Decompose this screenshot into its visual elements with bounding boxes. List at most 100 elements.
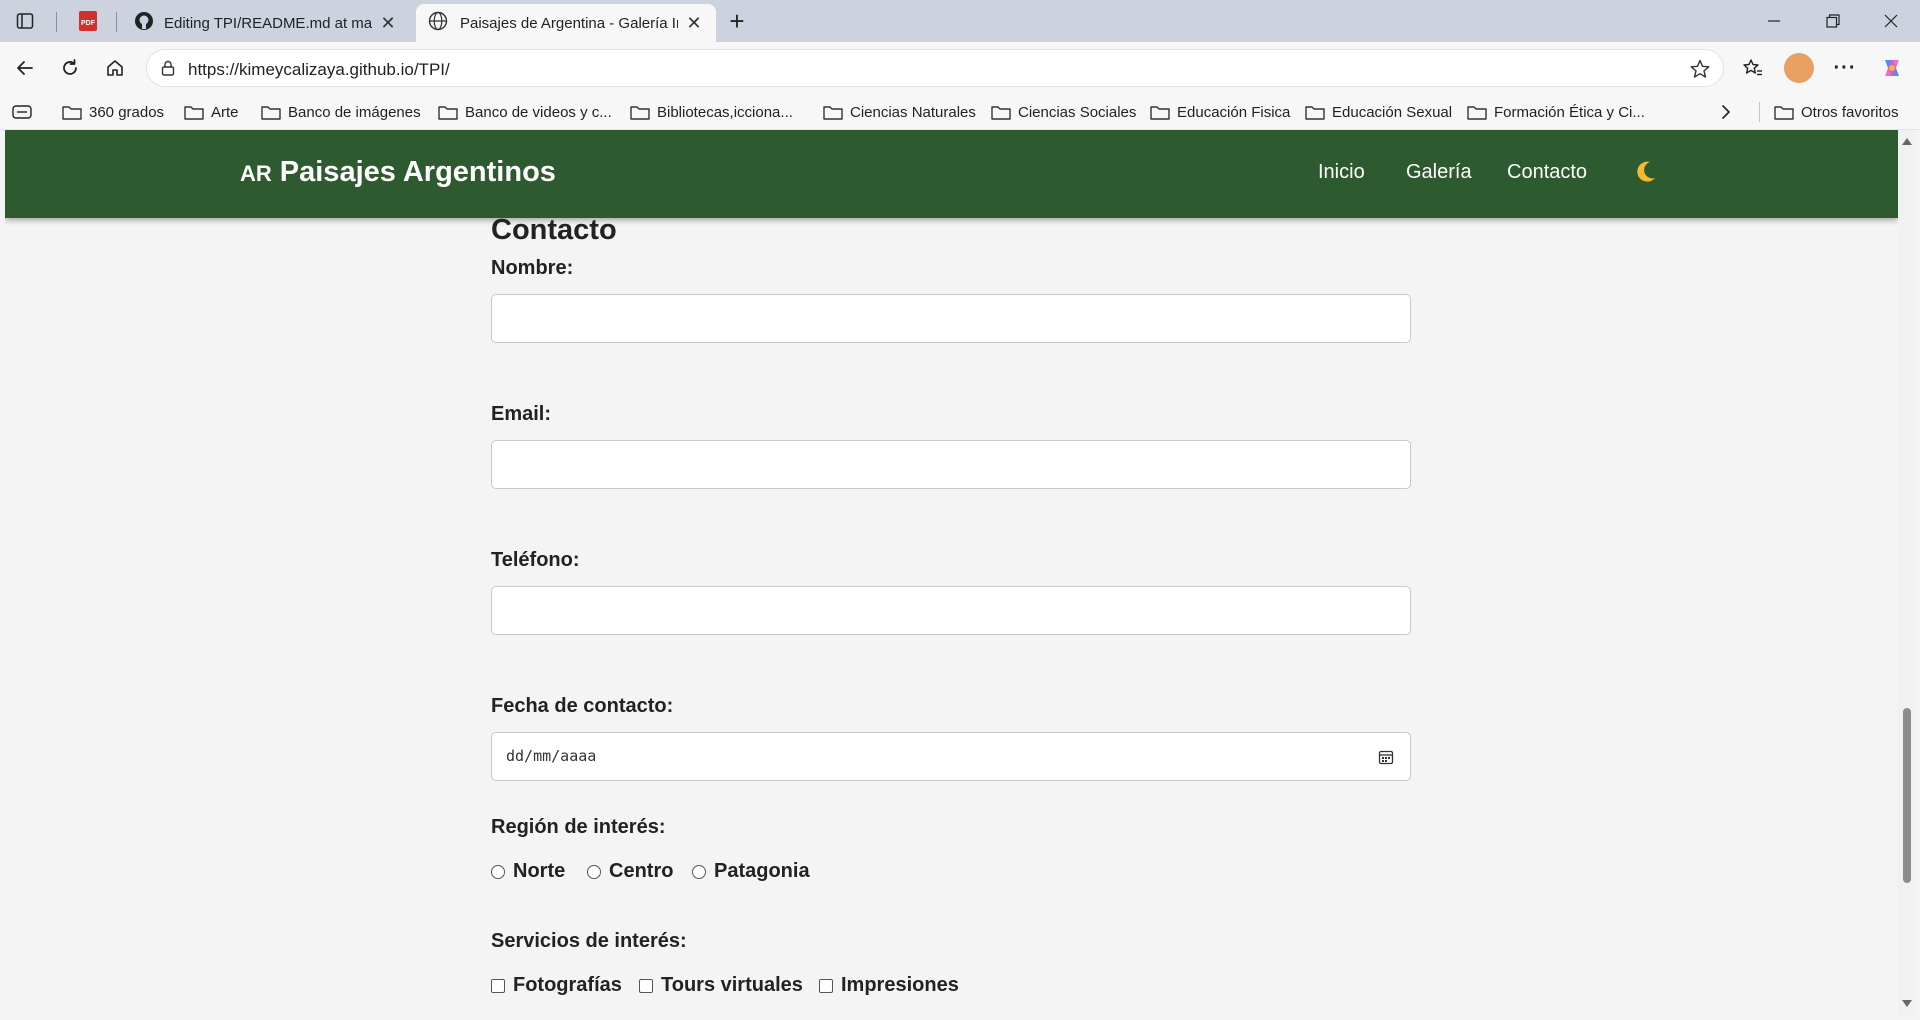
github-icon	[134, 11, 154, 35]
moon-icon[interactable]	[1631, 158, 1659, 186]
bookmark-label: Ciencias Naturales	[850, 103, 976, 121]
close-tab-icon[interactable]: ✕	[378, 13, 398, 34]
bookmark-folder[interactable]: Educación Sexual	[1305, 102, 1452, 122]
bookmark-label: Banco de videos y c...	[465, 103, 612, 121]
bookmark-label: Educación Fisica	[1177, 103, 1291, 121]
brand-title: Paisajes Argentinos	[279, 156, 556, 188]
region-option-centro[interactable]: Centro	[587, 860, 673, 883]
calendar-icon[interactable]	[1378, 749, 1394, 765]
bookmarks-overflow-icon[interactable]	[1720, 102, 1732, 122]
svg-text:PDF: PDF	[81, 20, 96, 27]
bookmark-folder[interactable]: Formación Ética y Ci...	[1467, 102, 1645, 122]
phone-input[interactable]	[491, 586, 1411, 635]
home-icon[interactable]	[97, 50, 133, 86]
url-text: https://kimeycalizaya.github.io/TPI/	[188, 60, 450, 79]
page-viewport: AR Paisajes Argentinos Inicio Galería Co…	[5, 130, 1898, 1016]
site-brand[interactable]: AR Paisajes Argentinos	[240, 156, 556, 189]
address-bar[interactable]: https://kimeycalizaya.github.io/TPI/	[146, 49, 1724, 87]
bookmark-label: Banco de imágenes	[288, 103, 421, 121]
bookmark-folder-other[interactable]: Otros favoritos	[1774, 102, 1899, 122]
scroll-thumb[interactable]	[1903, 708, 1911, 883]
bookmark-folder[interactable]: Bibliotecas,icciona...	[630, 102, 793, 122]
phone-label: Teléfono:	[491, 549, 580, 571]
globe-icon	[428, 11, 448, 35]
bookmark-folder[interactable]: 360 grados	[62, 102, 164, 122]
flag-ar: AR	[240, 161, 272, 186]
radio-patagonia[interactable]	[692, 864, 706, 879]
service-option-fotografias[interactable]: Fotografías	[491, 974, 622, 997]
tab-pdf[interactable]: PDF	[66, 4, 106, 42]
email-label: Email:	[491, 403, 552, 425]
browser-toolbar: https://kimeycalizaya.github.io/TPI/ ···	[0, 42, 1920, 94]
bookmark-folder[interactable]: Arte	[184, 102, 239, 122]
nav-link-galeria[interactable]: Galería	[1406, 161, 1472, 184]
folder-icon	[62, 106, 82, 120]
email-input[interactable]	[491, 440, 1411, 489]
region-option-label: Centro	[609, 860, 674, 882]
bookmark-menu-icon[interactable]	[12, 102, 32, 122]
checkbox-impresiones[interactable]	[819, 978, 833, 993]
bookmark-label: Formación Ética y Ci...	[1494, 103, 1645, 121]
favorite-star-icon[interactable]	[1689, 58, 1711, 80]
nav-link-inicio[interactable]: Inicio	[1318, 161, 1365, 184]
folder-icon	[823, 106, 843, 120]
service-option-tours[interactable]: Tours virtuales	[639, 974, 803, 997]
bookmark-folder[interactable]: Educación Fisica	[1150, 102, 1290, 122]
tab-github-readme[interactable]: Editing TPI/README.md at main · ✕	[122, 4, 410, 42]
avatar	[1784, 53, 1814, 83]
region-label: Región de interés:	[491, 816, 666, 838]
bookmarks-bar: 360 grados Arte Banco de imágenes Banco …	[0, 94, 1920, 130]
date-label: Fecha de contacto:	[491, 695, 674, 717]
bookmark-label: Arte	[211, 103, 239, 121]
folder-icon	[1150, 106, 1170, 120]
site-header: AR Paisajes Argentinos Inicio Galería Co…	[5, 130, 1898, 218]
tab-paisajes[interactable]: Paisajes de Argentina - Galería Int ✕	[416, 4, 716, 42]
radio-norte[interactable]	[491, 864, 505, 879]
service-option-label: Tours virtuales	[661, 974, 803, 996]
service-option-label: Fotografías	[513, 974, 622, 996]
date-input[interactable]: dd/mm/aaaa	[491, 732, 1411, 781]
back-icon[interactable]	[7, 50, 43, 86]
page-scrollbar[interactable]	[1898, 130, 1916, 1016]
favorites-icon[interactable]	[1735, 50, 1771, 86]
close-tab-icon[interactable]: ✕	[684, 13, 704, 34]
bookmark-folder[interactable]: Banco de videos y c...	[438, 102, 612, 122]
region-option-label: Patagonia	[714, 860, 810, 882]
tab-title: Editing TPI/README.md at main ·	[164, 14, 372, 32]
bookmark-folder[interactable]: Ciencias Sociales	[991, 102, 1136, 122]
new-tab-icon[interactable]: +	[719, 6, 755, 36]
folder-icon	[1467, 106, 1487, 120]
bookmark-label: Ciencias Sociales	[1018, 103, 1137, 121]
bookmark-label: Otros favoritos	[1801, 103, 1899, 121]
checkbox-fotografias[interactable]	[491, 978, 505, 993]
reload-icon[interactable]	[52, 50, 88, 86]
region-option-patagonia[interactable]: Patagonia	[692, 860, 810, 883]
minimize-icon[interactable]	[1745, 0, 1803, 42]
scroll-down-icon[interactable]	[1902, 1000, 1912, 1007]
more-options-icon[interactable]: ···	[1827, 50, 1863, 86]
folder-icon	[991, 106, 1011, 120]
service-option-label: Impresiones	[841, 974, 959, 996]
tab-actions-icon[interactable]	[7, 6, 43, 36]
tab-title: Paisajes de Argentina - Galería Int	[460, 14, 678, 32]
folder-icon	[438, 106, 458, 120]
pdf-icon: PDF	[78, 10, 98, 36]
checkbox-tours[interactable]	[639, 978, 653, 993]
nav-link-contacto[interactable]: Contacto	[1507, 161, 1587, 184]
copilot-icon[interactable]	[1874, 50, 1910, 86]
browser-tab-strip: PDF Editing TPI/README.md at main · ✕ Pa…	[0, 0, 1920, 42]
name-label: Nombre:	[491, 257, 574, 279]
lock-icon[interactable]	[159, 59, 177, 77]
folder-icon	[184, 106, 204, 120]
region-option-norte[interactable]: Norte	[491, 860, 565, 883]
service-option-impresiones[interactable]: Impresiones	[819, 974, 959, 997]
bookmark-folder[interactable]: Banco de imágenes	[261, 102, 421, 122]
radio-centro[interactable]	[587, 864, 601, 879]
close-window-icon[interactable]	[1862, 0, 1920, 42]
restore-icon[interactable]	[1804, 0, 1862, 42]
scroll-up-icon[interactable]	[1902, 138, 1912, 145]
name-input[interactable]	[491, 294, 1411, 343]
bookmark-folder[interactable]: Ciencias Naturales	[823, 102, 976, 122]
bookmark-label: 360 grados	[89, 103, 165, 121]
profile-avatar[interactable]	[1781, 50, 1817, 86]
